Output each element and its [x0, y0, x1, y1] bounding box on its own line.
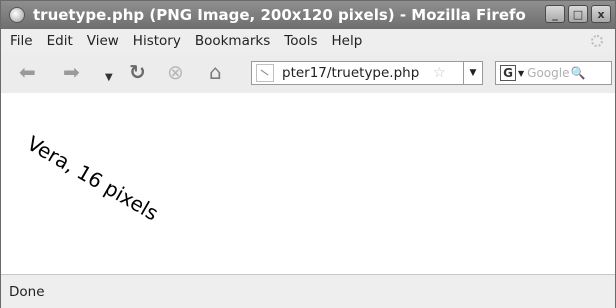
url-bar[interactable]: pter17/truetype.php ☆ ▼	[251, 61, 483, 85]
menu-bookmarks[interactable]: Bookmarks	[195, 33, 270, 49]
firefox-icon	[9, 7, 25, 23]
window-title: truetype.php (PNG Image, 200x120 pixels)…	[33, 6, 526, 24]
throbber-icon	[591, 35, 603, 47]
stop-icon[interactable]: ⊗	[167, 61, 184, 83]
search-icon[interactable]: 🔍	[570, 66, 585, 80]
close-button[interactable]: x	[591, 5, 611, 23]
url-history-dropdown[interactable]: ▼	[463, 62, 482, 84]
forward-arrow-icon[interactable]: ➡	[63, 61, 80, 83]
bookmark-star-icon[interactable]: ☆	[433, 65, 446, 81]
status-text: Done	[9, 283, 45, 300]
page-favicon-icon	[256, 64, 274, 82]
browser-window: truetype.php (PNG Image, 200x120 pixels)…	[0, 0, 616, 308]
menu-bar: File Edit View History Bookmarks Tools H…	[1, 29, 615, 53]
reload-icon[interactable]: ↻	[129, 61, 146, 83]
search-box[interactable]: G ▼ Google 🔍	[495, 61, 612, 85]
google-engine-icon[interactable]: G	[500, 65, 516, 81]
menu-tools[interactable]: Tools	[284, 33, 317, 49]
menu-file[interactable]: File	[10, 33, 33, 49]
minimize-button[interactable]: _	[545, 5, 565, 23]
rendered-image-text: Vera, 16 pixels	[23, 131, 163, 226]
menu-help[interactable]: Help	[332, 33, 363, 49]
title-bar[interactable]: truetype.php (PNG Image, 200x120 pixels)…	[1, 1, 615, 29]
home-icon[interactable]: ⌂	[209, 61, 222, 83]
page-content: Vera, 16 pixels	[1, 93, 615, 274]
url-text[interactable]: pter17/truetype.php	[282, 65, 427, 81]
maximize-button[interactable]: □	[568, 5, 588, 23]
menu-history[interactable]: History	[133, 33, 181, 49]
engine-dropdown-icon[interactable]: ▼	[518, 69, 524, 78]
search-input[interactable]: Google	[527, 66, 569, 80]
back-arrow-icon[interactable]: ⬅	[19, 61, 36, 83]
navigation-toolbar: ⬅ ➡ ▼ ↻ ⊗ ⌂ pter17/truetype.php ☆ ▼ G ▼ …	[1, 53, 615, 94]
menu-view[interactable]: View	[87, 33, 119, 49]
chevron-down-icon[interactable]: ▼	[105, 67, 113, 89]
status-bar: Done	[1, 274, 615, 308]
menu-edit[interactable]: Edit	[47, 33, 73, 49]
window-controls: _ □ x	[545, 5, 611, 23]
